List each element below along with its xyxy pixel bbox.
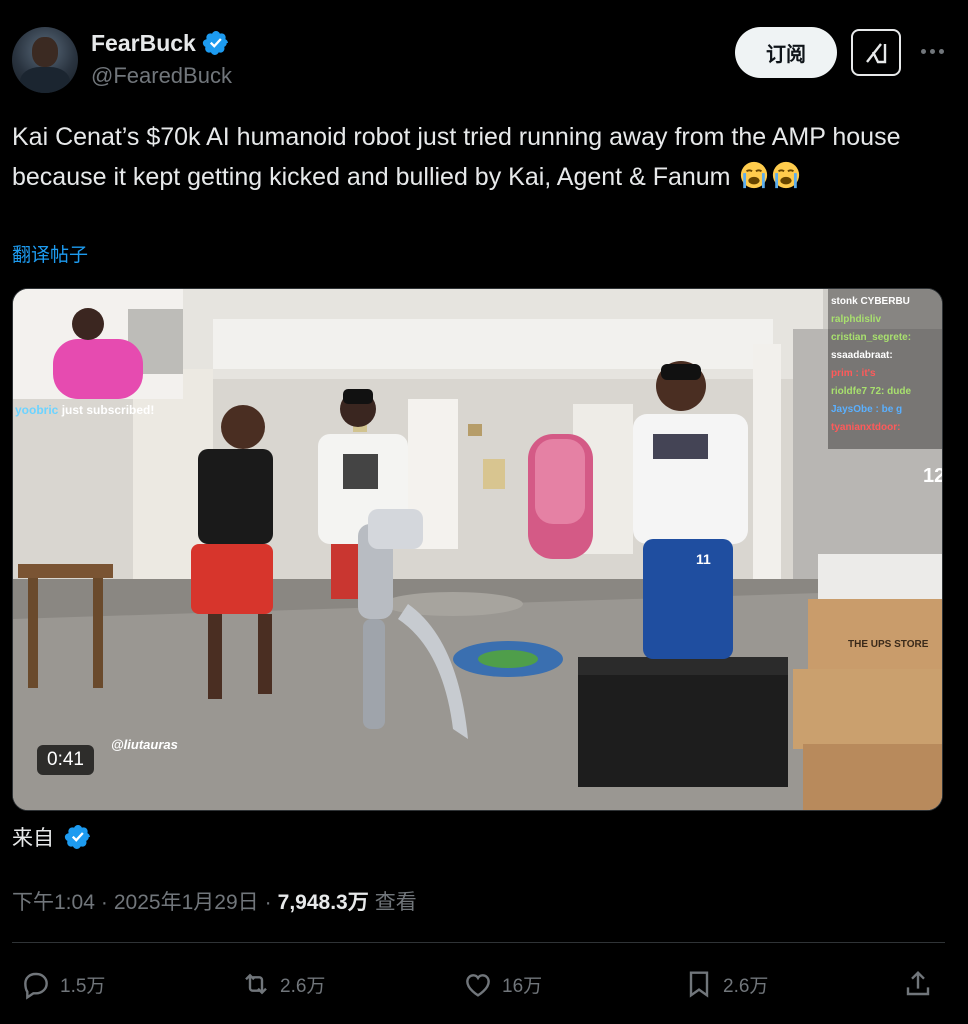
share-button[interactable] [902, 962, 934, 1006]
author-name[interactable]: FearBuck [91, 30, 196, 57]
divider [12, 942, 945, 943]
subscribed-text: just subscribed! [61, 403, 155, 417]
video-duration: 0:41 [37, 745, 94, 775]
verified-badge-icon [64, 825, 90, 849]
author-name-row[interactable]: FearBuck [91, 29, 230, 57]
box-label: THE UPS STORE [848, 639, 929, 650]
tweet-meta: 下午1:04 · 2025年1月29日 · 7,948.3万 查看 [12, 886, 417, 916]
retweet-icon [245, 973, 267, 995]
chat-line: ralphdisliv [831, 314, 882, 325]
loudly-crying-face-icon [741, 161, 768, 189]
bookmark-count: 2.6万 [723, 975, 769, 997]
reply-icon [24, 972, 48, 1000]
chat-line: cristian_segrete: [831, 332, 912, 343]
chat-counter: 12 [923, 465, 942, 487]
video-player[interactable]: yoobric just subscribed! stonk CYBERBU r… [12, 288, 943, 811]
tweet-date[interactable]: 2025年1月29日 [114, 886, 259, 916]
views-label: 查看 [374, 891, 417, 914]
bookmark-button[interactable]: 2.6万 [683, 962, 768, 1006]
chat-line: prim : it's [831, 368, 876, 379]
subscribe-button[interactable]: 订阅 [735, 27, 837, 78]
grok-icon [866, 42, 887, 63]
bookmark-icon [689, 971, 709, 998]
grok-button[interactable] [851, 29, 901, 76]
tweet-text: Kai Cenat’s $70k AI humanoid robot just … [12, 117, 932, 197]
more-dot-icon [938, 48, 944, 54]
chat-line: JaysObe : be g [831, 404, 903, 415]
video-frame [13, 289, 942, 810]
source-row: 来自 [12, 822, 92, 852]
retweet-count: 2.6万 [280, 975, 326, 997]
heart-icon [466, 974, 490, 997]
translate-post-link[interactable]: 翻译帖子 [12, 240, 88, 267]
chat-line: rioldfe7 72: dude [831, 386, 912, 397]
more-dot-icon [920, 48, 926, 54]
subscriber-overlay: yoobric just subscribed! [15, 403, 154, 417]
tweet-time[interactable]: 下午1:04 [12, 886, 95, 916]
stream-chat: stonk CYBERBU ralphdisliv cristian_segre… [831, 293, 941, 437]
author-handle[interactable]: @FearedBuck [91, 63, 232, 89]
reply-button[interactable]: 1.5万 [20, 962, 105, 1006]
meta-separator: · [264, 891, 272, 914]
chat-line: stonk CYBERBU [831, 296, 910, 307]
share-icon [906, 970, 930, 996]
more-dot-icon [929, 48, 935, 54]
chat-line: tyanianxtdoor: [831, 422, 901, 433]
loudly-crying-face-icon [773, 161, 800, 189]
subscriber-name: yoobric [15, 403, 59, 417]
like-button[interactable]: 16万 [462, 962, 542, 1006]
more-options-button[interactable] [915, 36, 949, 66]
like-count: 16万 [502, 975, 543, 997]
retweet-button[interactable]: 2.6万 [240, 962, 325, 1006]
meta-separator: · [100, 891, 108, 914]
reply-count: 1.5万 [60, 975, 106, 997]
action-bar: 1.5万 2.6万 16万 2.6万 [0, 962, 968, 1006]
verified-badge-icon [202, 31, 228, 55]
chat-line: ssaadabraat: [831, 350, 893, 361]
author-avatar[interactable] [12, 27, 78, 93]
views-count: 7,948.3万 [277, 891, 369, 914]
watermark: @liutauras [111, 737, 178, 752]
jersey-number: 11 [696, 551, 711, 567]
source-label: 来自 [12, 827, 54, 850]
